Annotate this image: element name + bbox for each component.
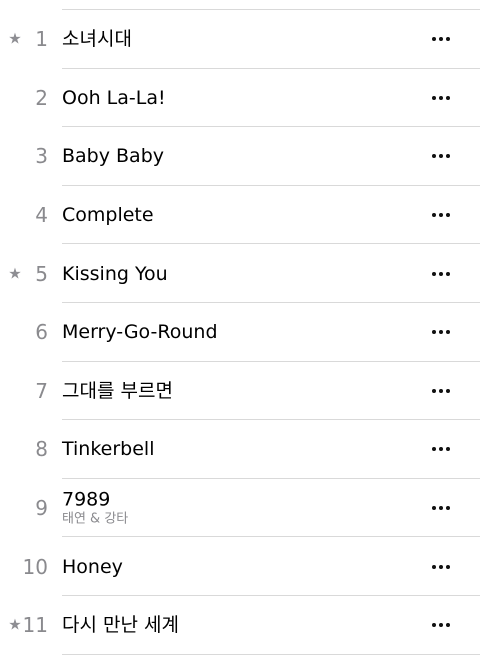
track-info: 다시 만난 세계 [62,614,410,636]
track-title: 소녀시대 [62,28,132,51]
track-title: Honey [62,555,123,578]
ellipsis-icon [446,388,450,393]
track-row[interactable]: 3 Baby Baby [0,127,480,186]
track-info: 그대를 부르면 [62,380,410,402]
ellipsis-icon [446,564,450,569]
track-info: Baby Baby [62,145,410,167]
track-title: Tinkerbell [62,438,155,461]
ellipsis-icon [432,154,436,159]
track-row[interactable]: ★ 11 다시 만난 세계 [0,596,480,655]
ellipsis-icon [446,37,450,42]
track-title: 다시 만난 세계 [62,614,179,637]
track-info: Complete [62,204,410,226]
ellipsis-icon [432,213,436,218]
ellipsis-icon [439,37,443,42]
track-row[interactable]: ★ 5 Kissing You [0,244,480,303]
ellipsis-icon [432,271,436,276]
divider [62,653,480,655]
ellipsis-icon [446,154,450,159]
ellipsis-icon [439,271,443,276]
ellipsis-icon [439,506,443,511]
ellipsis-icon [439,623,443,628]
more-options-button[interactable] [426,141,456,171]
ellipsis-icon [439,154,443,159]
ellipsis-icon [432,330,436,335]
ellipsis-icon [439,330,443,335]
track-row[interactable]: 8 Tinkerbell [0,420,480,479]
track-row[interactable]: 9 7989 태연 & 강타 [0,479,480,538]
ellipsis-icon [432,623,436,628]
more-options-button[interactable] [426,200,456,230]
more-options-button[interactable] [426,83,456,113]
track-row[interactable]: 4 Complete [0,186,480,245]
track-artist: 태연 & 강타 [62,511,129,527]
more-options-button[interactable] [426,610,456,640]
star-icon: ★ [8,264,22,283]
track-title: Merry-Go-Round [62,321,218,344]
track-title: 7989 [62,488,111,511]
track-number: 8 [35,437,48,462]
track-info: Merry-Go-Round [62,321,410,343]
ellipsis-icon [432,564,436,569]
track-number: 3 [35,144,48,169]
track-row[interactable]: 10 Honey [0,537,480,596]
track-info: 7989 태연 & 강타 [62,489,410,528]
track-row[interactable]: 7 그대를 부르면 [0,362,480,421]
more-options-button[interactable] [426,259,456,289]
track-title: 그대를 부르면 [62,379,173,402]
star-icon: ★ [8,29,22,48]
track-number: 6 [35,320,48,345]
track-title: Complete [62,204,154,227]
more-options-button[interactable] [426,376,456,406]
track-title: Kissing You [62,262,168,285]
track-number: 1 [35,27,48,52]
more-options-button[interactable] [426,493,456,523]
track-row[interactable]: 2 Ooh La-La! [0,69,480,128]
track-title: Ooh La-La! [62,86,166,109]
ellipsis-icon [432,506,436,511]
ellipsis-icon [446,213,450,218]
track-info: 소녀시대 [62,28,410,50]
track-info: Tinkerbell [62,438,410,460]
ellipsis-icon [432,37,436,42]
track-number: 5 [35,261,48,286]
ellipsis-icon [439,95,443,100]
track-number: 9 [35,496,48,521]
ellipsis-icon [432,95,436,100]
ellipsis-icon [439,447,443,452]
ellipsis-icon [446,271,450,276]
track-row[interactable]: 6 Merry-Go-Round [0,303,480,362]
ellipsis-icon [432,388,436,393]
ellipsis-icon [446,506,450,511]
star-icon: ★ [8,615,22,634]
track-title: Baby Baby [62,145,165,168]
track-info: Kissing You [62,263,410,285]
track-number: 4 [35,203,48,228]
more-options-button[interactable] [426,317,456,347]
track-number: 10 [22,554,48,579]
track-info: Honey [62,556,410,578]
track-number: 2 [35,85,48,110]
track-info: Ooh La-La! [62,87,410,109]
track-number: 11 [22,613,48,638]
track-row[interactable]: ★ 1 소녀시대 [0,10,480,69]
ellipsis-icon [446,623,450,628]
ellipsis-icon [446,95,450,100]
track-number: 7 [35,378,48,403]
ellipsis-icon [446,330,450,335]
track-list: ★ 1 소녀시대 2 Ooh La-La! 3 Baby Baby 4 Comp… [0,0,480,664]
ellipsis-icon [439,213,443,218]
ellipsis-icon [439,388,443,393]
more-options-button[interactable] [426,24,456,54]
ellipsis-icon [446,447,450,452]
more-options-button[interactable] [426,434,456,464]
ellipsis-icon [439,564,443,569]
more-options-button[interactable] [426,552,456,582]
ellipsis-icon [432,447,436,452]
